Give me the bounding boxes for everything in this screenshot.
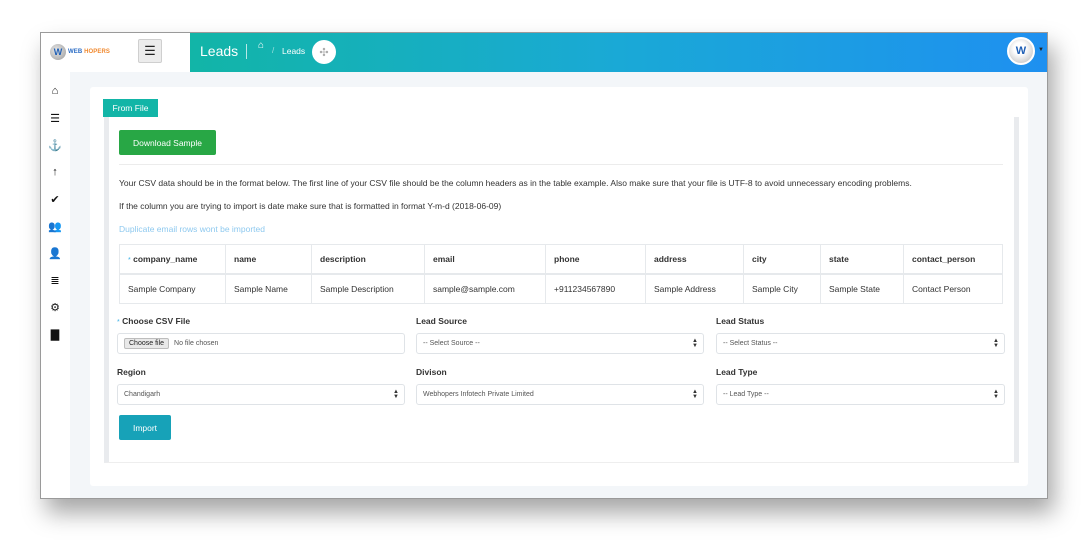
anchor-icon: ⚓ [48, 139, 62, 152]
table-cell: Sample Description [311, 273, 425, 304]
sidebar-item-anchor[interactable]: ⚓ [45, 136, 65, 154]
breadcrumb-action-button[interactable]: ✣ [312, 40, 336, 64]
sidebar-item-upload[interactable]: ↑ [45, 163, 65, 181]
breadcrumb-current: Leads [282, 46, 306, 56]
table-cell: Sample Address [645, 273, 744, 304]
table-header-row: * company_name name description email ph… [119, 244, 1003, 275]
lead-source-select[interactable]: -- Select Source -- ▲ ▼ [416, 333, 704, 354]
table-cell: +911234567890 [545, 273, 646, 304]
lead-source-label: Lead Source [416, 316, 468, 326]
tab-from-file[interactable]: From File [103, 99, 158, 117]
sidebar-item-settings[interactable]: ⚙ [45, 298, 65, 316]
date-format-info: If the column you are trying to import i… [119, 201, 502, 211]
column-header: * company_name [119, 244, 226, 275]
sidebar-item-user[interactable]: 👤 [45, 244, 65, 262]
table-cell: Sample State [820, 273, 904, 304]
lead-type-value: -- Lead Type -- [723, 391, 769, 398]
page-title: Leads [200, 43, 239, 59]
select-arrows-icon: ▲ ▼ [393, 389, 399, 400]
table-cell: sample@sample.com [424, 273, 546, 304]
table-cell: Contact Person [903, 273, 1003, 304]
move-icon: ✣ [319, 46, 329, 59]
column-header: description [311, 244, 425, 275]
lead-source-value: -- Select Source -- [423, 340, 480, 347]
column-header: address [645, 244, 744, 275]
choose-file-button[interactable]: Choose file [124, 338, 170, 349]
csv-file-input[interactable]: Choose file No file chosen [117, 333, 405, 354]
download-sample-button[interactable]: Download Sample [119, 130, 216, 155]
user-check-icon: ✔ [50, 193, 60, 206]
sidebar-item-home[interactable]: ⌂ [45, 82, 65, 100]
column-header: contact_person [903, 244, 1003, 275]
division-select[interactable]: Webhopers Infotech Private Limited ▲ ▼ [416, 384, 704, 405]
csv-format-info: Your CSV data should be in the format be… [119, 178, 912, 188]
table-row: Sample Company Sample Name Sample Descri… [119, 273, 1003, 304]
sidebar-item-folder[interactable]: ▇ [45, 325, 65, 343]
division-value: Webhopers Infotech Private Limited [423, 391, 534, 398]
region-select[interactable]: Chandigarh ▲ ▼ [117, 384, 405, 405]
brand-area: W WEB HOPERS ☰ [41, 33, 190, 72]
column-header: state [820, 244, 904, 275]
choose-csv-label: * Choose CSV File [117, 316, 190, 326]
sample-csv-table: * company_name name description email ph… [119, 244, 1003, 304]
table-cell: Sample Name [225, 273, 312, 304]
column-header-label: company_name [133, 254, 198, 264]
column-header: city [743, 244, 821, 275]
import-button[interactable]: Import [119, 415, 171, 440]
breadcrumb-home-icon[interactable]: ⌂ [258, 40, 264, 51]
top-bar: W WEB HOPERS ☰ Leads ⌂ / Leads ✣ W ▼ [41, 33, 1047, 72]
sidebar-item-database[interactable]: ≣ [45, 271, 65, 289]
required-mark: * [128, 257, 131, 264]
table-cell: Sample Company [119, 273, 226, 304]
caret-down-icon[interactable]: ▼ [1038, 47, 1044, 53]
app-window: W WEB HOPERS ☰ Leads ⌂ / Leads ✣ W ▼ ⌂ ☰… [40, 32, 1048, 499]
select-arrows-icon: ▲ ▼ [993, 389, 999, 400]
column-header: name [225, 244, 312, 275]
select-arrows-icon: ▲ ▼ [993, 338, 999, 349]
hamburger-icon: ☰ [144, 43, 156, 58]
menu-toggle-button[interactable]: ☰ [138, 39, 162, 63]
lead-status-value: -- Select Status -- [723, 340, 778, 347]
required-mark: * [117, 319, 120, 326]
lead-status-label: Lead Status [716, 316, 765, 326]
user-avatar[interactable]: W [1007, 37, 1035, 65]
region-value: Chandigarh [124, 391, 161, 398]
breadcrumb-separator: / [272, 46, 275, 55]
duplicate-email-notice: Duplicate email rows wont be imported [119, 224, 265, 234]
header-main: Leads ⌂ / Leads ✣ W ▼ [190, 33, 1047, 72]
user-icon: 👤 [48, 247, 62, 260]
brand-name-part1: WEB [68, 49, 83, 55]
file-status: No file chosen [174, 340, 219, 347]
cogs-icon: ⚙ [50, 301, 60, 314]
database-icon: ≣ [50, 274, 60, 287]
title-divider [246, 44, 247, 59]
brand-name: WEB HOPERS [68, 49, 110, 55]
region-label: Region [117, 367, 146, 377]
column-header: email [424, 244, 546, 275]
sidebar-item-users[interactable]: 👥 [45, 217, 65, 235]
brand-logo[interactable]: W WEB HOPERS [50, 44, 110, 60]
sidebar: ⌂ ☰ ⚓ ↑ ✔ 👥 👤 ≣ ⚙ ▇ [41, 72, 70, 498]
table-cell: Sample City [743, 273, 821, 304]
sidebar-item-list[interactable]: ☰ [45, 109, 65, 127]
lead-status-select[interactable]: -- Select Status -- ▲ ▼ [716, 333, 1005, 354]
choose-csv-label-text: Choose CSV File [122, 316, 191, 326]
select-arrows-icon: ▲ ▼ [692, 338, 698, 349]
division-label: Divison [416, 367, 447, 377]
users-icon: 👥 [48, 220, 62, 233]
list-icon: ☰ [50, 112, 60, 125]
home-icon: ⌂ [51, 85, 59, 97]
brand-name-part2: HOPERS [82, 49, 111, 55]
folder-icon: ▇ [50, 328, 60, 341]
divider [119, 164, 1003, 165]
select-arrows-icon: ▲ ▼ [692, 389, 698, 400]
lead-type-select[interactable]: -- Lead Type -- ▲ ▼ [716, 384, 1005, 405]
logo-icon: W [50, 44, 66, 60]
column-header: phone [545, 244, 646, 275]
sidebar-item-user-check[interactable]: ✔ [45, 190, 65, 208]
lead-type-label: Lead Type [716, 367, 758, 377]
arrow-up-icon: ↑ [52, 166, 58, 178]
